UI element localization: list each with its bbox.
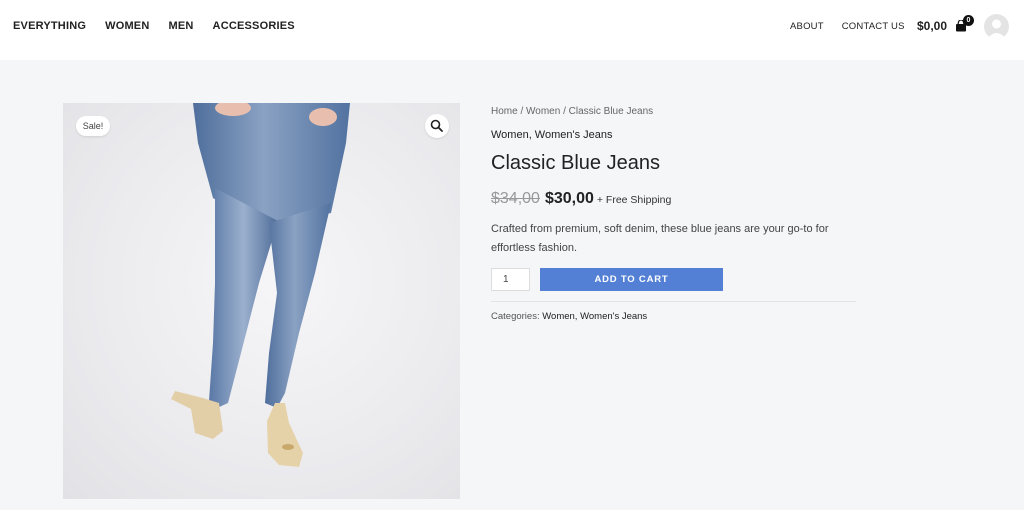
price-row: $34,00 $30,00 + Free Shipping xyxy=(491,190,671,208)
shipping-note: + Free Shipping xyxy=(596,194,672,206)
primary-nav: EVERYTHING WOMEN MEN ACCESSORIES xyxy=(13,20,314,32)
original-price: $34,00 xyxy=(491,190,540,207)
divider xyxy=(491,301,856,302)
product-categories-top[interactable]: Women, Women's Jeans xyxy=(491,129,613,141)
nav-contact-us[interactable]: CONTACT US xyxy=(842,21,905,32)
sale-badge: Sale! xyxy=(76,116,110,136)
breadcrumb-separator: / xyxy=(517,106,527,117)
site-header: EVERYTHING WOMEN MEN ACCESSORIES ABOUT C… xyxy=(0,0,1024,60)
product-image[interactable]: Sale! xyxy=(63,103,460,499)
breadcrumb-separator: / xyxy=(560,106,569,117)
sale-price: $30,00 xyxy=(544,190,594,207)
categories-label: Categories: xyxy=(491,311,543,322)
product-title: Classic Blue Jeans xyxy=(491,152,660,174)
zoom-button[interactable] xyxy=(425,114,449,138)
add-to-cart-button[interactable]: ADD TO CART xyxy=(540,268,723,291)
breadcrumb-home[interactable]: Home xyxy=(491,106,518,117)
cart-count-badge: 0 xyxy=(963,15,974,26)
quantity-input[interactable]: 1 xyxy=(491,268,530,291)
breadcrumb-women[interactable]: Women xyxy=(526,106,560,117)
nav-accessories[interactable]: ACCESSORIES xyxy=(213,20,295,32)
breadcrumb: Home / Women / Classic Blue Jeans xyxy=(491,106,653,117)
magnifier-icon xyxy=(430,119,443,132)
product-description: Crafted from premium, soft denim, these … xyxy=(491,223,829,254)
jeans-photo xyxy=(171,103,350,467)
nav-about[interactable]: ABOUT xyxy=(790,21,824,32)
nav-women[interactable]: WOMEN xyxy=(105,20,149,32)
nav-everything[interactable]: EVERYTHING xyxy=(13,20,86,32)
product-meta: Categories: Women, Women's Jeans xyxy=(491,311,647,322)
secondary-nav: ABOUT CONTACT US xyxy=(790,21,923,32)
user-icon xyxy=(987,19,1006,39)
cart-total[interactable]: $0,00 xyxy=(917,19,947,33)
categories-links[interactable]: Women, Women's Jeans xyxy=(542,311,647,322)
breadcrumb-current: Classic Blue Jeans xyxy=(568,106,654,117)
user-avatar[interactable] xyxy=(984,14,1009,39)
nav-men[interactable]: MEN xyxy=(169,20,194,32)
